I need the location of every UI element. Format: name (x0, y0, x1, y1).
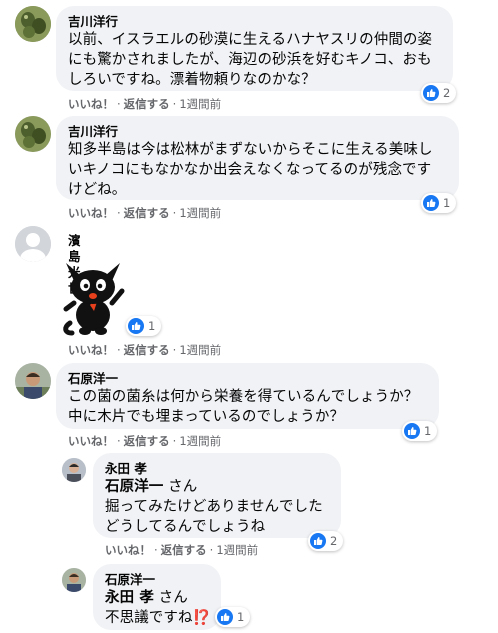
like-button[interactable]: いいね！ (68, 97, 114, 111)
reaction-number: 1 (237, 610, 245, 624)
comment-text-line: 掘ってみたけどありませんでした (105, 499, 323, 515)
like-button[interactable]: いいね！ (68, 343, 114, 357)
separator-dot: · (154, 543, 158, 557)
timestamp[interactable]: 1週間前 (179, 206, 221, 220)
comment-text-line: 不思議ですね⁉️ (105, 610, 211, 626)
comment-text-line: 永田 孝 さん (105, 588, 209, 608)
timestamp[interactable]: 1週間前 (179, 434, 221, 448)
comment-text-line: 中に木片でも埋まっているのでしょうか？ (68, 409, 345, 425)
reaction-number: 1 (424, 424, 432, 438)
comment-text-line: にも驚かされましたが、海辺の砂浜を好むキノコ、おも (68, 52, 432, 68)
separator-dot: · (117, 434, 121, 448)
reaction-number: 2 (330, 534, 338, 548)
reaction-count[interactable]: 1 (421, 193, 457, 213)
comment-text-line: どうしてるんでしょうね (105, 519, 266, 535)
separator-dot: · (172, 434, 177, 448)
reaction-count[interactable]: 1 (126, 316, 162, 336)
person-photo-icon (62, 458, 86, 482)
like-button[interactable]: いいね！ (105, 543, 151, 557)
separator-dot: · (117, 97, 121, 111)
comment-bubble: 吉川洋行 知多半島は今は松林がまずないからそこに生える美味し いキノコにもなかな… (56, 116, 459, 200)
reaction-count[interactable]: 2 (308, 531, 344, 551)
comment-text-line: 以前、イスラエルの砂漠に生えるハナヤスリの仲間の姿 (68, 32, 433, 48)
timestamp[interactable]: 1週間前 (179, 343, 221, 357)
reaction-count[interactable]: 2 (421, 83, 457, 103)
reaction-count[interactable]: 1 (215, 607, 251, 627)
timestamp[interactable]: 1週間前 (216, 543, 258, 557)
comment-actions: いいね！ · 返信する · 1週間前 (68, 433, 221, 449)
default-user-icon (15, 226, 51, 262)
black-cat-sticker (60, 253, 126, 337)
reply-button[interactable]: 返信する (161, 543, 207, 557)
thumbs-up-icon (310, 533, 326, 549)
avatar[interactable] (15, 226, 51, 262)
comment-author[interactable]: 吉川洋行 (68, 14, 441, 30)
like-button[interactable]: いいね！ (68, 206, 114, 220)
comment-text-line: いキノコにもなかなか出会えなくなってるのが残念です (68, 162, 432, 178)
avatar[interactable] (62, 458, 86, 482)
avatar[interactable] (15, 116, 51, 152)
comment-actions: いいね！ · 返信する · 1週間前 (68, 342, 221, 358)
reaction-count[interactable]: 1 (402, 421, 438, 441)
comment-bubble: 吉川洋行 以前、イスラエルの砂漠に生えるハナヤスリの仲間の姿 にも驚かされました… (56, 6, 453, 91)
reaction-number: 1 (148, 319, 156, 333)
comment-bubble: 石原洋一 永田 孝 さん 不思議ですね⁉️ (93, 564, 221, 630)
separator-dot: · (117, 343, 121, 357)
comment-actions: いいね！ · 返信する · 1週間前 (68, 96, 221, 112)
comment-text-line: けどね。 (68, 182, 127, 198)
olive-photo-icon (15, 6, 51, 42)
comment-text-line: この菌の菌糸は何から栄養を得ているんでしょうか？ (68, 389, 419, 405)
reaction-number: 2 (443, 86, 451, 100)
separator-dot: · (172, 97, 177, 111)
olive-photo-icon (15, 116, 51, 152)
reply-button[interactable]: 返信する (124, 434, 170, 448)
comment-bubble: 石原洋一 この菌の菌糸は何から栄養を得ているんでしょうか？ 中に木片でも埋まって… (56, 363, 439, 429)
comment-text-line: 知多半島は今は松林がまずないからそこに生える美味し (68, 142, 433, 158)
mention-link[interactable]: 石原洋一 (105, 479, 163, 495)
comment-author[interactable]: 永田 孝 (105, 461, 329, 477)
mention-suffix: さん (153, 590, 188, 606)
comment-actions: いいね！ · 返信する · 1週間前 (68, 205, 221, 221)
reply-button[interactable]: 返信する (124, 206, 170, 220)
avatar[interactable] (15, 363, 51, 399)
separator-dot: · (117, 206, 121, 220)
reply-button[interactable]: 返信する (124, 343, 170, 357)
thumbs-up-icon (423, 85, 439, 101)
avatar[interactable] (62, 568, 86, 592)
reaction-number: 1 (443, 196, 451, 210)
comment-actions: いいね！ · 返信する · 1週間前 (105, 542, 258, 558)
comment-text-line: しろいですね。漂着物頼りなのかな？ (68, 72, 316, 88)
comment-author[interactable]: 吉川洋行 (68, 124, 447, 140)
thumbs-up-icon (217, 609, 233, 625)
reply-button[interactable]: 返信する (124, 97, 170, 111)
thumbs-up-icon (423, 195, 439, 211)
person-photo-icon (62, 568, 86, 592)
separator-dot: · (172, 343, 177, 357)
mention-link[interactable]: 永田 孝 (105, 590, 154, 606)
comment-author[interactable]: 石原洋一 (68, 371, 427, 387)
separator-dot: · (209, 543, 214, 557)
timestamp[interactable]: 1週間前 (179, 97, 221, 111)
thumbs-up-icon (404, 423, 420, 439)
mention-suffix: さん (163, 479, 198, 495)
person-photo-icon (15, 363, 51, 399)
thumbs-up-icon (128, 318, 144, 334)
avatar[interactable] (15, 6, 51, 42)
comment-bubble: 永田 孝 石原洋一 さん 掘ってみたけどありませんでした どうしてるんでしょうね (93, 453, 341, 538)
separator-dot: · (172, 206, 177, 220)
comment-text-line: 石原洋一 さん (105, 477, 329, 497)
like-button[interactable]: いいね！ (68, 434, 114, 448)
comment-author[interactable]: 石原洋一 (105, 572, 209, 588)
